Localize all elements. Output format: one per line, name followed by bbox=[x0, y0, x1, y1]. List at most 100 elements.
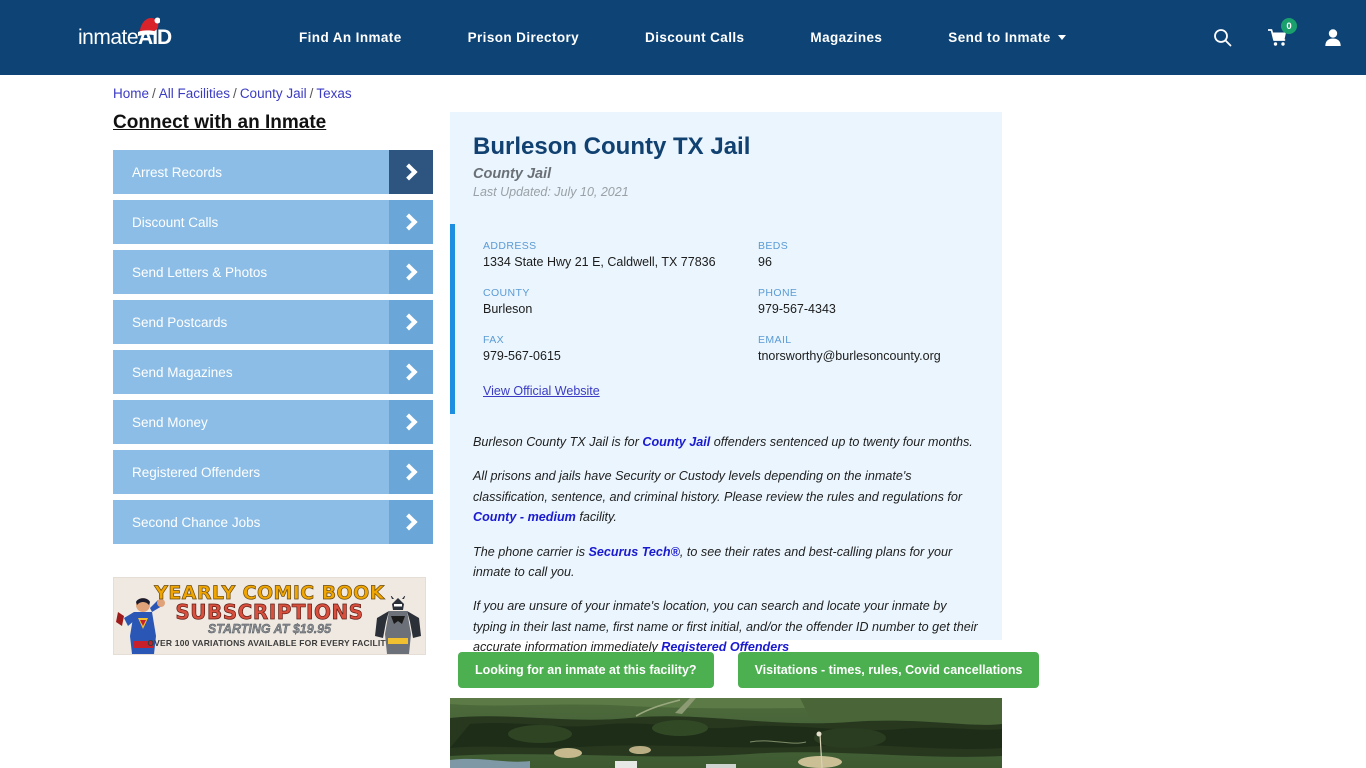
breadcrumb-item-county-jail[interactable]: County Jail bbox=[240, 86, 307, 101]
chevron-right-icon bbox=[389, 150, 433, 194]
satellite-map-image[interactable] bbox=[450, 698, 1002, 768]
sidebar-item-label: Send Magazines bbox=[132, 364, 233, 380]
sidebar-item-second-chance-jobs[interactable]: Second Chance Jobs bbox=[113, 500, 433, 544]
user-account-icon bbox=[1325, 29, 1341, 46]
county-jail-link[interactable]: County Jail bbox=[642, 435, 710, 449]
detail-value: Burleson bbox=[483, 302, 533, 316]
cart-count-badge: 0 bbox=[1281, 18, 1297, 34]
detail-address: ADDRESS 1334 State Hwy 21 E, Caldwell, T… bbox=[483, 240, 758, 269]
comic-book-subscription-ad[interactable]: YEARLY COMIC BOOK SUBSCRIPTIONS STARTING… bbox=[113, 577, 426, 655]
sidebar-item-send-money[interactable]: Send Money bbox=[113, 400, 433, 444]
description-paragraph-4: If you are unsure of your inmate's locat… bbox=[473, 596, 979, 657]
sidebar-item-arrest-records[interactable]: Arrest Records bbox=[113, 150, 433, 194]
description-paragraph-3: The phone carrier is Securus Tech®, to s… bbox=[473, 542, 979, 583]
facility-details-grid: ADDRESS 1334 State Hwy 21 E, Caldwell, T… bbox=[450, 224, 1002, 414]
page-title: Burleson County TX Jail bbox=[473, 133, 751, 160]
securus-tech-link[interactable]: Securus Tech® bbox=[589, 545, 680, 559]
detail-email: EMAIL tnorsworthy@burlesoncounty.org bbox=[758, 334, 1002, 363]
desc-text: The phone carrier is bbox=[473, 544, 589, 559]
sidebar-item-send-postcards[interactable]: Send Postcards bbox=[113, 300, 433, 344]
search-button[interactable] bbox=[1213, 28, 1232, 47]
visitations-button[interactable]: Visitations - times, rules, Covid cancel… bbox=[737, 652, 1040, 688]
detail-label: COUNTY bbox=[483, 287, 530, 299]
nav-label: Prison Directory bbox=[467, 30, 580, 45]
sidebar-item-discount-calls[interactable]: Discount Calls bbox=[113, 200, 433, 244]
sidebar-title: Connect with an Inmate bbox=[113, 112, 327, 133]
detail-value: 979-567-4343 bbox=[758, 302, 836, 316]
county-medium-link[interactable]: County - medium bbox=[473, 510, 576, 524]
chevron-right-icon bbox=[389, 350, 433, 394]
detail-beds: BEDS 96 bbox=[758, 240, 1002, 269]
nav-item-prison-directory[interactable]: Prison Directory bbox=[435, 30, 612, 45]
sidebar-item-send-magazines[interactable]: Send Magazines bbox=[113, 350, 433, 394]
detail-value: 979-567-0615 bbox=[483, 349, 561, 363]
last-updated-text: Last Updated: July 10, 2021 bbox=[473, 185, 629, 199]
breadcrumb-separator: / bbox=[152, 86, 156, 101]
chevron-right-icon bbox=[389, 500, 433, 544]
breadcrumb-separator: / bbox=[309, 86, 314, 101]
nav-label: Find An Inmate bbox=[299, 30, 402, 45]
detail-phone: PHONE 979-567-4343 bbox=[758, 287, 1002, 316]
nav-item-discount-calls[interactable]: Discount Calls bbox=[612, 30, 777, 45]
batman-illustration bbox=[375, 596, 421, 654]
detail-label: BEDS bbox=[758, 240, 789, 252]
sidebar-item-label: Second Chance Jobs bbox=[132, 514, 261, 530]
nav-label: Magazines bbox=[810, 30, 883, 45]
desc-text: Burleson County TX Jail is for bbox=[473, 435, 643, 449]
facility-type: County Jail bbox=[473, 166, 552, 182]
cart-button[interactable]: 0 bbox=[1268, 18, 1297, 47]
aerial-map-graphic bbox=[450, 698, 1002, 768]
sidebar-item-label: Send Money bbox=[132, 414, 208, 430]
detail-county: COUNTY Burleson bbox=[483, 287, 758, 316]
header-icon-group: 0 bbox=[1213, 0, 1342, 75]
desc-text: offenders sentenced up to twenty four mo… bbox=[710, 435, 973, 449]
detail-value: 1334 State Hwy 21 E, Caldwell, TX 77836 bbox=[483, 255, 716, 269]
detail-label: PHONE bbox=[758, 287, 798, 299]
sidebar-item-send-letters-photos[interactable]: Send Letters & Photos bbox=[113, 250, 433, 294]
breadcrumb: Home / All Facilities / County Jail / Texas bbox=[113, 86, 352, 101]
detail-label: FAX bbox=[483, 334, 505, 346]
description-paragraph-1: Burleson County TX Jail is for County Ja… bbox=[473, 432, 979, 452]
santa-hat-icon bbox=[138, 17, 160, 36]
chevron-right-icon bbox=[389, 200, 433, 244]
inmate-search-button[interactable]: Looking for an inmate at this facility? bbox=[458, 652, 714, 688]
detail-label: ADDRESS bbox=[483, 240, 537, 252]
sidebar-item-registered-offenders[interactable]: Registered Offenders bbox=[113, 450, 433, 494]
nav-item-magazines[interactable]: Magazines bbox=[777, 30, 915, 45]
main-navigation: Find An Inmate Prison Directory Discount… bbox=[266, 30, 1099, 45]
detail-fax: FAX 979-567-0615 bbox=[483, 334, 758, 363]
chevron-down-icon bbox=[1057, 35, 1066, 40]
nav-item-find-an-inmate[interactable]: Find An Inmate bbox=[266, 30, 435, 45]
sidebar-item-label: Send Postcards bbox=[132, 314, 228, 330]
sidebar: Connect with an Inmate Arrest Records Di… bbox=[113, 112, 433, 550]
description-paragraph-2: All prisons and jails have Security or C… bbox=[473, 466, 979, 527]
chevron-right-icon bbox=[389, 450, 433, 494]
detail-label: EMAIL bbox=[758, 334, 792, 346]
nav-label: Send to Inmate bbox=[948, 30, 1051, 45]
chevron-right-icon bbox=[389, 250, 433, 294]
breadcrumb-item-texas[interactable]: Texas bbox=[316, 86, 351, 101]
sidebar-item-label: Registered Offenders bbox=[132, 464, 261, 480]
logo-text-light: inmate bbox=[78, 26, 139, 49]
view-official-website-link[interactable]: View Official Website bbox=[483, 384, 1002, 398]
desc-text: facility. bbox=[575, 510, 617, 525]
account-button[interactable] bbox=[1324, 28, 1342, 47]
facility-description: Burleson County TX Jail is for County Ja… bbox=[450, 414, 1002, 658]
nav-item-send-to-inmate[interactable]: Send to Inmate bbox=[915, 30, 1098, 45]
breadcrumb-item-home[interactable]: Home bbox=[113, 86, 149, 101]
site-header: inmateAID Find An Inmate Prison Director… bbox=[0, 0, 1366, 75]
sidebar-item-label: Discount Calls bbox=[132, 214, 219, 230]
sidebar-item-label: Send Letters & Photos bbox=[132, 264, 268, 280]
action-button-row: Looking for an inmate at this facility? … bbox=[458, 652, 1040, 688]
chevron-right-icon bbox=[389, 400, 433, 444]
search-icon bbox=[1214, 29, 1232, 47]
sidebar-item-label: Arrest Records bbox=[132, 164, 223, 180]
breadcrumb-separator: / bbox=[233, 86, 237, 101]
detail-value: 96 bbox=[758, 255, 772, 269]
desc-text: All prisons and jails have Security or C… bbox=[473, 469, 963, 504]
facility-info-panel: Burleson County TX Jail County Jail Last… bbox=[450, 112, 1002, 654]
site-logo[interactable]: inmateAID bbox=[78, 17, 188, 56]
chevron-right-icon bbox=[389, 300, 433, 344]
nav-label: Discount Calls bbox=[645, 30, 745, 45]
breadcrumb-item-all-facilities[interactable]: All Facilities bbox=[159, 86, 230, 101]
